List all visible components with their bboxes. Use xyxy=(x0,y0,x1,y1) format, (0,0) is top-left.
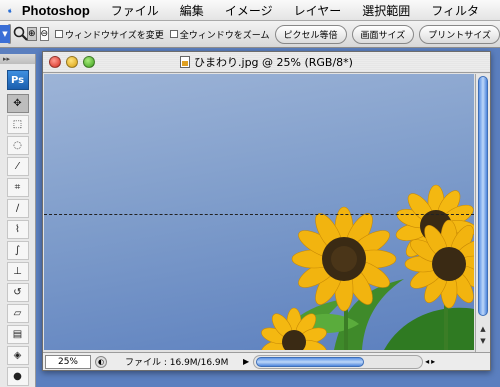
horizontal-scrollbar[interactable] xyxy=(253,354,424,369)
selection-marquee[interactable] xyxy=(44,214,474,215)
scroll-up-icon[interactable]: ▲ xyxy=(478,324,488,334)
menu-file[interactable]: ファイル xyxy=(111,2,159,19)
magic-wand-tool-icon[interactable]: ⁄ xyxy=(6,157,29,176)
gradient-tool-icon[interactable]: ▤ xyxy=(6,325,29,344)
crop-tool-icon[interactable]: ⌗ xyxy=(6,178,29,197)
zoom-all-windows-label: 全ウィンドウをズーム xyxy=(179,30,270,41)
checkbox-box[interactable] xyxy=(169,30,178,38)
menu-bar: Photoshop ファイル 編集 イメージ レイヤー 選択範囲 フィルタ xyxy=(0,0,500,21)
print-size-button[interactable]: プリントサイズ xyxy=(419,24,500,44)
close-icon[interactable] xyxy=(49,56,61,68)
menu-app-name[interactable]: Photoshop xyxy=(22,3,90,18)
status-bar: 25% ◐ ファイル : 16.9M/16.9M ▶ ◂▸ xyxy=(43,352,490,370)
scroll-left-right-icon[interactable]: ◂▸ xyxy=(425,357,437,366)
dodge-tool-icon[interactable]: ● xyxy=(6,367,29,386)
zoom-out-icon[interactable]: ⊖ xyxy=(39,27,50,41)
actual-pixels-button[interactable]: ピクセル等倍 xyxy=(274,24,347,44)
menu-filter[interactable]: フィルタ xyxy=(431,2,479,19)
minimize-icon[interactable] xyxy=(66,56,78,68)
menu-edit[interactable]: 編集 xyxy=(180,2,204,19)
checkbox-box[interactable] xyxy=(55,30,64,38)
move-tool-icon[interactable]: ✥ xyxy=(6,94,29,113)
window-controls xyxy=(49,56,100,68)
vertical-scroll-thumb[interactable] xyxy=(478,76,488,316)
tool-preset-picker[interactable]: ▼ xyxy=(0,24,28,44)
scroll-down-icon[interactable]: ▼ xyxy=(478,336,488,346)
status-menu-arrow-icon[interactable]: ▶ xyxy=(243,357,249,366)
menu-image[interactable]: イメージ xyxy=(225,2,273,19)
document-title: ひまわり.jpg @ 25% (RGB/8*) xyxy=(194,56,353,69)
history-brush-icon[interactable]: ↺ xyxy=(6,283,29,302)
resize-window-checkbox[interactable]: ウィンドウサイズを変更 xyxy=(55,28,164,41)
zoom-all-windows-checkbox[interactable]: 全ウィンドウをズーム xyxy=(169,28,270,41)
tools-palette: ▸▸ Ps ✥ ⬚ ◌ ⁄ ⌗ ∕ ⌇ ∫ ⊥ ↺ ▱ ▤ ◈ ● xyxy=(0,54,36,387)
clone-stamp-icon[interactable]: ⊥ xyxy=(6,262,29,281)
document-window: ひまわり.jpg @ 25% (RGB/8*) ▲ ▼ 25% ◐ ファイル:… xyxy=(42,51,491,371)
document-titlebar[interactable]: ひまわり.jpg @ 25% (RGB/8*) xyxy=(43,52,490,73)
document-icon xyxy=(180,56,191,68)
menu-layer[interactable]: レイヤー xyxy=(294,2,342,19)
fit-screen-button[interactable]: 画面サイズ xyxy=(351,24,415,44)
sunflower-image xyxy=(261,184,474,350)
status-info-icon[interactable]: ◐ xyxy=(95,355,107,368)
apple-icon[interactable] xyxy=(8,3,12,18)
menu-select[interactable]: 選択範囲 xyxy=(362,2,410,19)
palette-grip[interactable]: ▸▸ xyxy=(0,54,35,64)
vertical-scrollbar[interactable]: ▲ ▼ xyxy=(475,74,490,352)
horizontal-scroll-thumb[interactable] xyxy=(256,356,365,367)
photoshop-logo[interactable]: Ps xyxy=(6,70,29,90)
zoom-level-field[interactable]: 25% xyxy=(45,354,91,369)
image-canvas[interactable] xyxy=(44,74,474,350)
zoom-tool-icon xyxy=(13,26,28,41)
eraser-tool-icon[interactable]: ▱ xyxy=(6,304,29,323)
resize-window-label: ウィンドウサイズを変更 xyxy=(65,30,164,41)
healing-brush-icon[interactable]: ⌇ xyxy=(6,220,29,239)
lasso-tool-icon[interactable]: ◌ xyxy=(6,136,29,155)
zoom-window-icon[interactable] xyxy=(83,56,95,68)
file-size-info: ファイル : 16.9M/16.9M xyxy=(125,358,229,368)
blur-tool-icon[interactable]: ◈ xyxy=(6,346,29,365)
marquee-tool-icon[interactable]: ⬚ xyxy=(6,115,29,134)
options-bar: ▼ ⊕ ⊖ ウィンドウサイズを変更 全ウィンドウをズーム ピクセル等倍 画面サイ… xyxy=(0,21,500,48)
chevron-down-icon: ▼ xyxy=(0,25,10,43)
slice-tool-icon[interactable]: ∕ xyxy=(6,199,29,218)
brush-tool-icon[interactable]: ∫ xyxy=(6,241,29,260)
